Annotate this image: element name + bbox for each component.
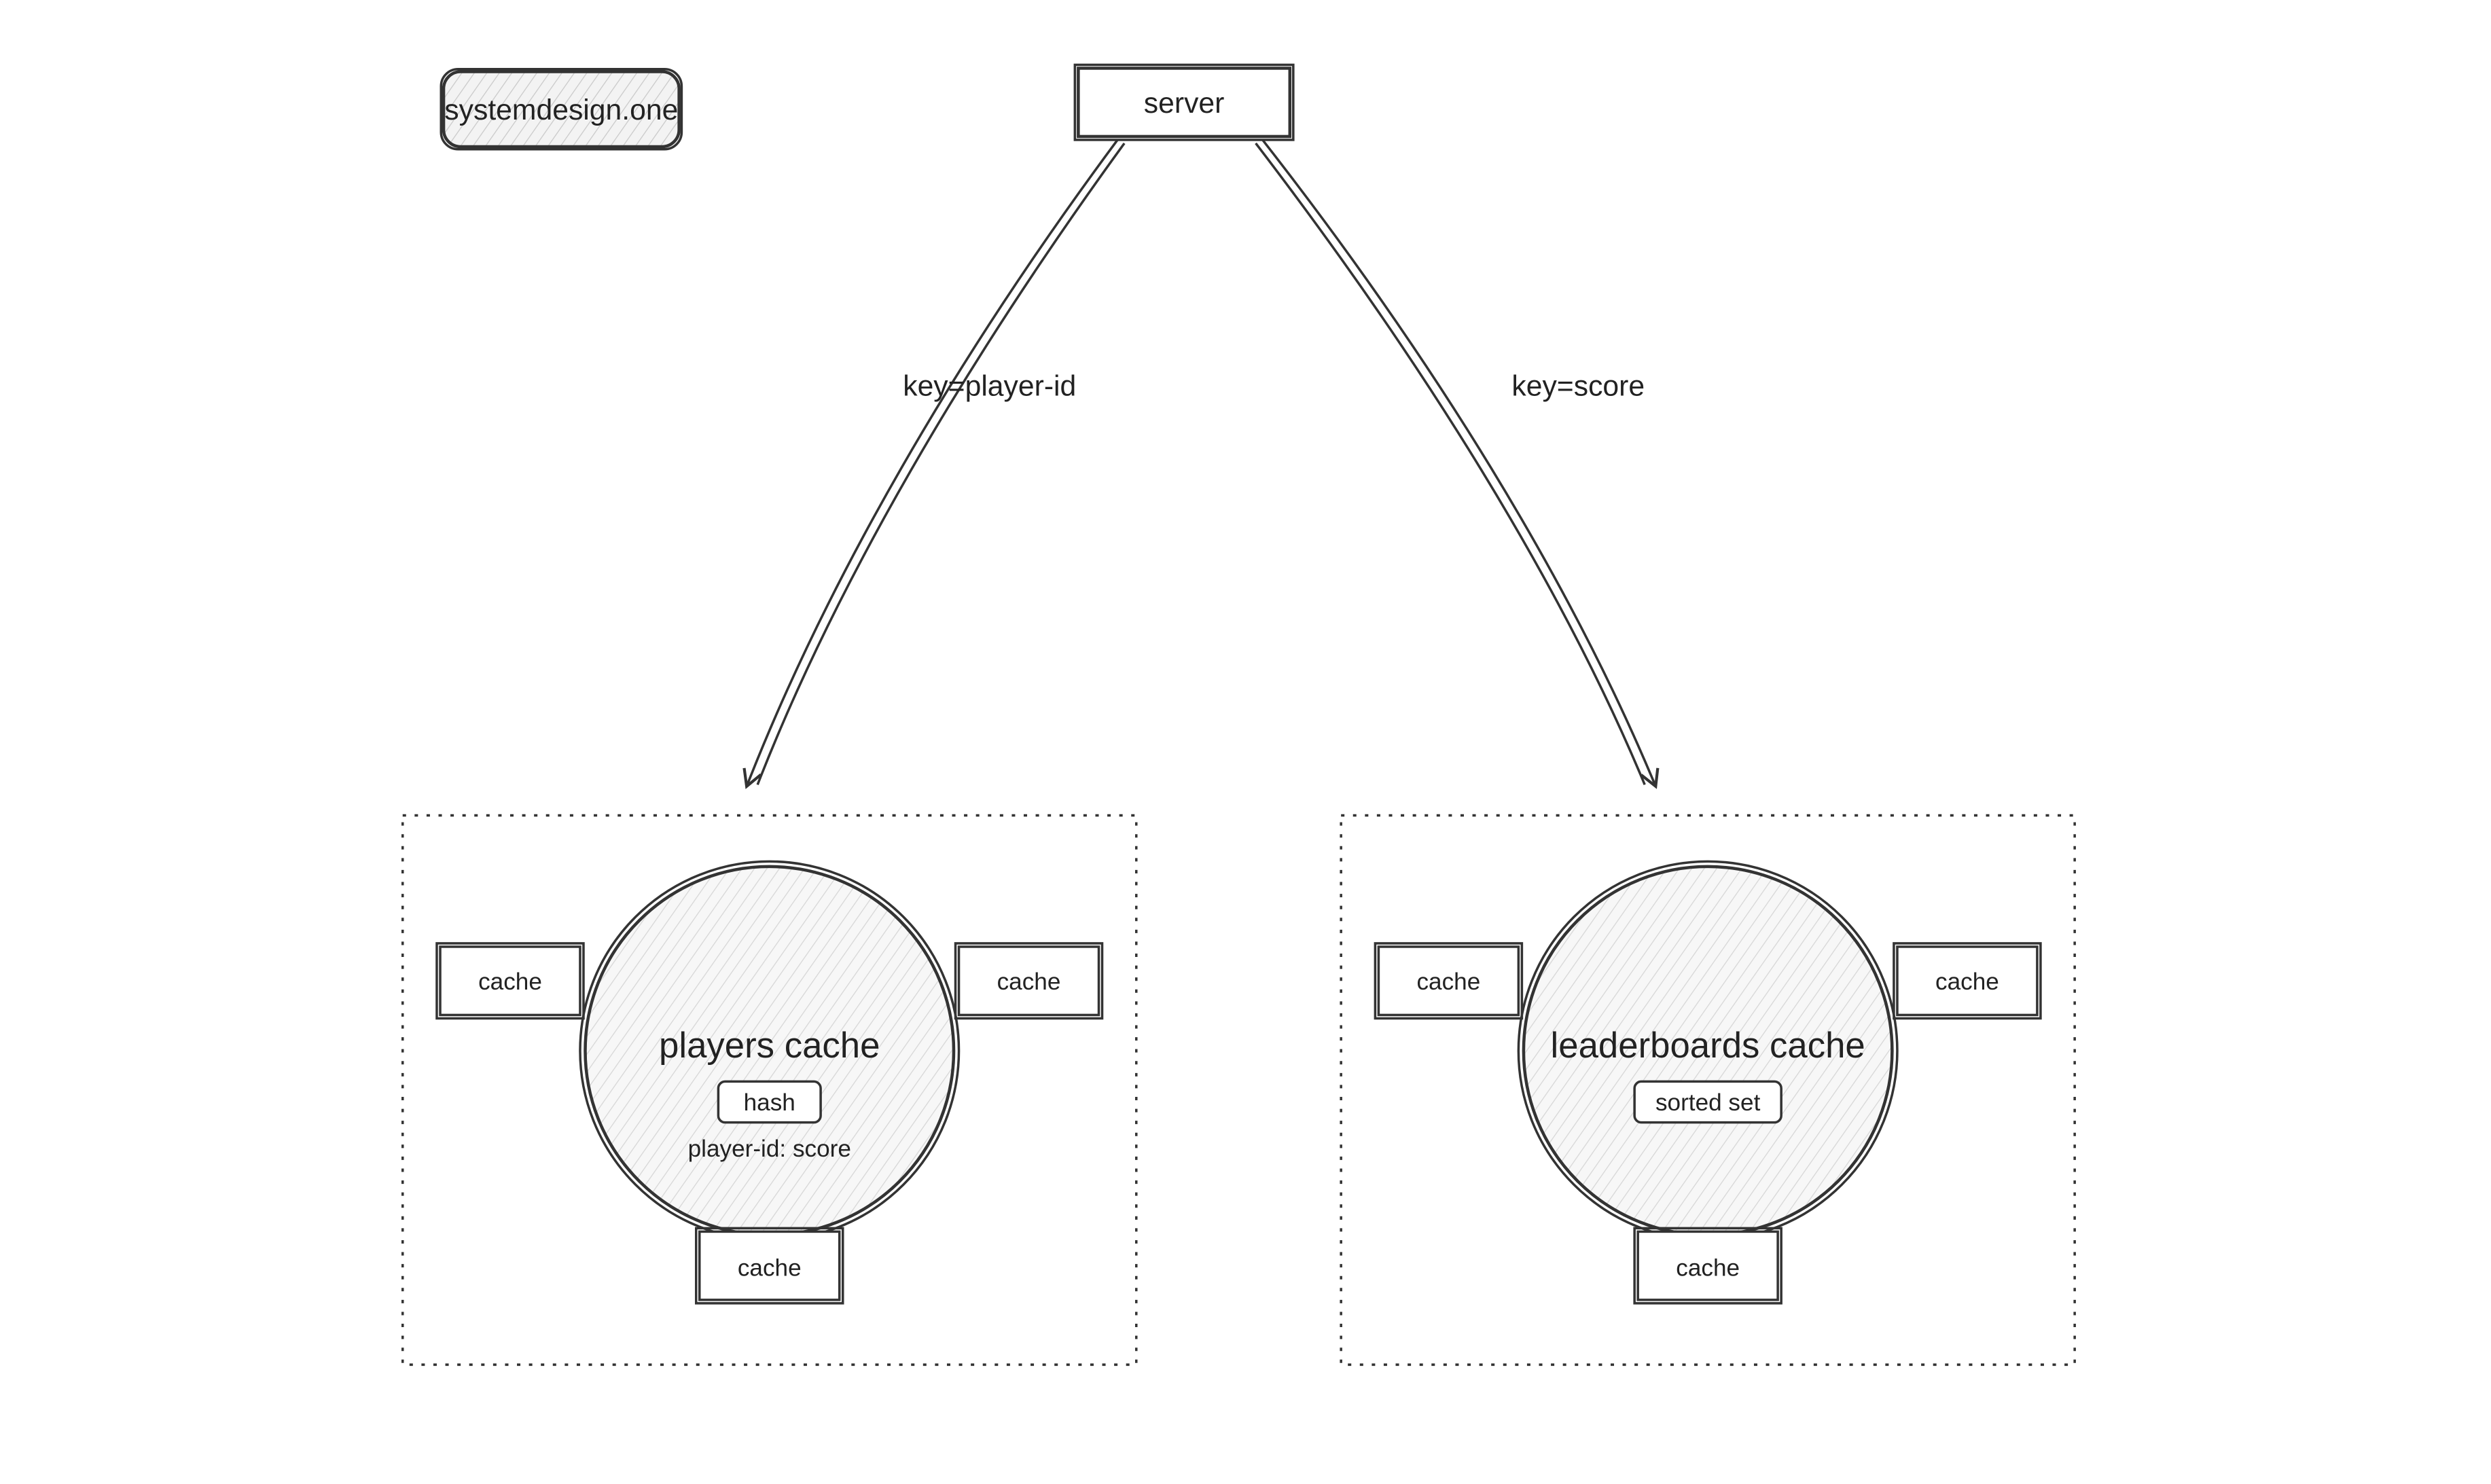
players-cache-node: players cache hash player-id: score <box>580 861 959 1240</box>
watermark-badge: systemdesign.one <box>441 69 681 149</box>
players-cache-tag: hash <box>744 1089 795 1116</box>
leaderboards-cache-replica-left-label: cache <box>1416 969 1480 995</box>
players-cache-replica-right: cache <box>956 943 1103 1019</box>
arrow-left-label: key=player-id <box>903 370 1076 403</box>
leaderboards-cache-replica-right: cache <box>1894 943 2041 1019</box>
watermark-label: systemdesign.one <box>444 94 678 126</box>
leaderboards-cache-title: leaderboards cache <box>1551 1026 1865 1066</box>
server-label: server <box>1144 87 1225 120</box>
server-node: server <box>1075 65 1293 140</box>
players-cache-subtitle: player-id: score <box>688 1136 851 1162</box>
players-cache-replica-left-label: cache <box>478 969 542 995</box>
leaderboards-cache-replica-left: cache <box>1375 943 1522 1019</box>
leaderboards-cache-tag: sorted set <box>1655 1089 1761 1116</box>
players-cache-replica-right-label: cache <box>997 969 1061 995</box>
players-cache-replica-bottom-label: cache <box>738 1255 802 1282</box>
arrow-right-label: key=score <box>1511 370 1645 403</box>
cluster-players: players cache hash player-id: score cach… <box>403 816 1136 1365</box>
players-cache-replica-bottom: cache <box>696 1228 843 1303</box>
leaderboards-cache-replica-right-label: cache <box>1935 969 1999 995</box>
arrow-left: key=player-id <box>747 140 1124 784</box>
arrow-right: key=score <box>1256 140 1655 784</box>
leaderboards-cache-node: leaderboards cache sorted set <box>1518 861 1897 1240</box>
players-cache-title: players cache <box>659 1026 880 1066</box>
players-cache-replica-left: cache <box>437 943 584 1019</box>
leaderboards-cache-replica-bottom: cache <box>1634 1228 1781 1303</box>
cluster-leaderboards: leaderboards cache sorted set cache cach… <box>1341 816 2075 1365</box>
leaderboards-cache-replica-bottom-label: cache <box>1676 1255 1740 1282</box>
